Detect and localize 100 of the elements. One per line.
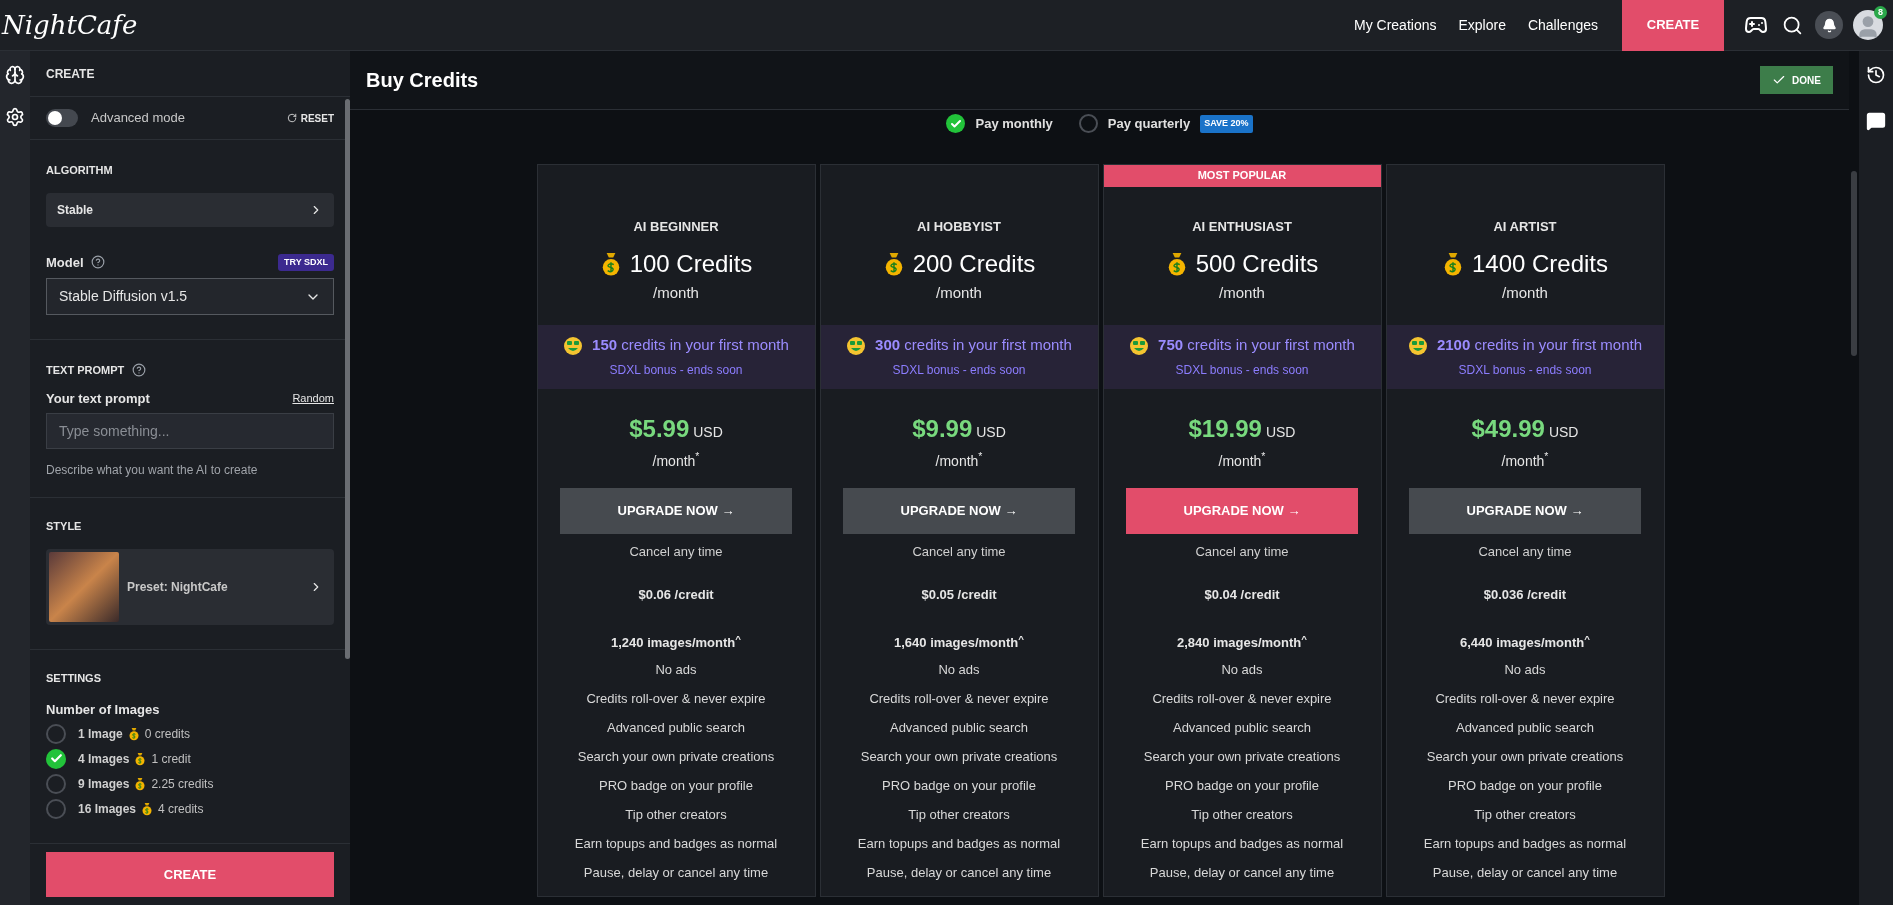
prompt-input[interactable]: Type something... xyxy=(46,413,334,449)
settings-icon[interactable] xyxy=(5,107,25,127)
price-period: /month$^{*}$ xyxy=(1501,450,1549,471)
bonus-banner: 750 credits in your first month SDXL bonus - ends soon xyxy=(1103,324,1381,389)
image-count-option[interactable]: 4 Images 1 credit xyxy=(46,748,334,769)
bonus-banner: 150 credits in your first month SDXL bonus - ends soon xyxy=(537,324,815,389)
plan-name: AI HOBBYIST xyxy=(917,217,1001,236)
done-button[interactable]: DONE xyxy=(1760,66,1833,94)
checkmark-icon xyxy=(49,752,63,765)
field-label: Your text prompt xyxy=(46,389,150,408)
feature-item: Advanced public search xyxy=(1455,719,1594,737)
reset-button[interactable]: RESET xyxy=(286,110,334,126)
feature-item: Tip other creators xyxy=(908,806,1010,824)
notification-count: 8 xyxy=(1874,6,1887,19)
upgrade-button[interactable]: UPGRADE NOW → xyxy=(560,487,792,534)
radio-button[interactable] xyxy=(46,773,66,794)
page-title: Buy Credits xyxy=(366,68,479,93)
billing-option[interactable]: Pay quarterly SAVE 20% xyxy=(1078,114,1253,134)
currency: USD xyxy=(976,422,1006,442)
history-icon[interactable] xyxy=(1866,65,1886,85)
feature-item: No ads xyxy=(655,661,697,679)
money-bag-icon xyxy=(134,751,147,766)
upgrade-button[interactable]: UPGRADE NOW → xyxy=(843,487,1075,534)
model-select[interactable]: Stable Diffusion v1.5 xyxy=(46,278,334,315)
feature-item: Credits roll-over & never expire xyxy=(586,690,766,708)
section-title: SETTINGS xyxy=(46,670,102,686)
money-face-icon xyxy=(1129,335,1150,356)
chat-icon[interactable] xyxy=(1866,111,1886,131)
scrollbar[interactable] xyxy=(345,99,350,659)
bell-icon[interactable] xyxy=(1815,11,1843,39)
currency: USD xyxy=(693,422,723,442)
style-preset-card[interactable]: Preset: NightCafe xyxy=(46,548,334,625)
nav-link[interactable]: My Creations xyxy=(1354,14,1437,36)
plan-name: AI ARTIST xyxy=(1493,217,1557,236)
upgrade-button[interactable]: UPGRADE NOW → xyxy=(1409,487,1641,534)
feature-item: Earn topups and badges as normal xyxy=(1140,835,1344,853)
radio-button[interactable] xyxy=(46,723,66,744)
feature-item: No ads xyxy=(938,661,980,679)
upgrade-button[interactable]: UPGRADE NOW → xyxy=(1126,487,1358,534)
feature-item: Advanced public search xyxy=(606,719,745,737)
create-button[interactable]: CREATE xyxy=(1622,0,1724,51)
help-icon[interactable] xyxy=(90,255,105,270)
sdxl-badge[interactable]: TRY SDXL xyxy=(278,253,334,271)
advanced-mode-toggle[interactable] xyxy=(46,109,78,127)
image-count-option[interactable]: 1 Image 0 credits xyxy=(46,723,334,744)
credit-amount: 100 Credits xyxy=(629,249,753,279)
credit-amount: 200 Credits xyxy=(912,249,1036,279)
scrollbar[interactable] xyxy=(1851,171,1857,356)
feature-item: Credits roll-over & never expire xyxy=(1435,690,1615,708)
plan-name: AI BEGINNER xyxy=(633,217,719,236)
image-count-option[interactable]: 16 Images 4 credits xyxy=(46,798,334,819)
hint-text: Describe what you want the AI to create xyxy=(46,462,259,479)
nav-link[interactable]: Explore xyxy=(1458,14,1506,36)
feature-item: Pause, delay or cancel any time xyxy=(1149,864,1335,882)
radio-button[interactable] xyxy=(1078,114,1098,134)
field-label: Number of Images xyxy=(46,701,161,719)
feature-item: PRO badge on your profile xyxy=(882,777,1036,795)
currency: USD xyxy=(1548,422,1579,442)
credit-amount: 500 Credits xyxy=(1195,249,1319,279)
images-per-month: 6,440 images/month$^{^}$ xyxy=(1460,632,1590,652)
search-icon[interactable] xyxy=(1782,14,1803,36)
radio-button[interactable] xyxy=(46,798,66,819)
help-icon[interactable] xyxy=(132,363,147,378)
feature-item: No ads xyxy=(1221,661,1263,679)
credit-period: /month xyxy=(653,283,699,303)
algorithm-selector[interactable]: Stable xyxy=(46,192,334,227)
radio-button[interactable] xyxy=(46,748,66,769)
feature-item: Search your own private creations xyxy=(860,748,1058,766)
photo-placeholder xyxy=(49,551,119,622)
feature-item: PRO badge on your profile xyxy=(599,777,753,795)
feature-item: Pause, delay or cancel any time xyxy=(866,864,1052,882)
feature-item: Earn topups and badges as normal xyxy=(857,835,1061,853)
money-face-icon xyxy=(1407,335,1428,356)
images-per-month: 2,840 images/month$^{^}$ xyxy=(1177,632,1307,652)
price-per-credit: $0.036 /credit xyxy=(1483,586,1567,604)
price: $49.99 xyxy=(1471,413,1545,444)
logo[interactable]: NightCafe xyxy=(0,5,138,45)
images-per-month: 1,640 images/month$^{^}$ xyxy=(894,632,1024,652)
brain-icon[interactable] xyxy=(5,65,25,85)
save-badge: SAVE 20% xyxy=(1200,115,1253,133)
price: $9.99 xyxy=(912,413,973,444)
cancel-note: Cancel any time xyxy=(1478,542,1572,561)
create-button[interactable]: CREATE xyxy=(46,852,334,897)
feature-item: Tip other creators xyxy=(1191,806,1293,824)
image-count-option[interactable]: 9 Images 2.25 credits xyxy=(46,773,334,794)
feature-item: Pause, delay or cancel any time xyxy=(583,864,769,882)
billing-option[interactable]: Pay monthly xyxy=(946,114,1053,134)
random-link[interactable]: Random xyxy=(292,390,334,407)
popular-ribbon: MOST POPULAR xyxy=(1103,164,1381,187)
radio-button[interactable] xyxy=(946,114,966,134)
credit-amount: 1400 Credits xyxy=(1471,249,1609,279)
bonus-banner: 2100 credits in your first month SDXL bonus - ends soon xyxy=(1386,324,1664,389)
feature-item: Tip other creators xyxy=(625,806,727,824)
avatar[interactable] xyxy=(1853,10,1883,40)
reset-icon xyxy=(286,113,297,123)
money-bag-icon xyxy=(127,726,140,741)
nav-link[interactable]: Challenges xyxy=(1527,14,1598,36)
field-label: Model xyxy=(46,253,84,272)
feature-item: Search your own private creations xyxy=(1426,748,1624,766)
currency: USD xyxy=(1265,422,1296,442)
